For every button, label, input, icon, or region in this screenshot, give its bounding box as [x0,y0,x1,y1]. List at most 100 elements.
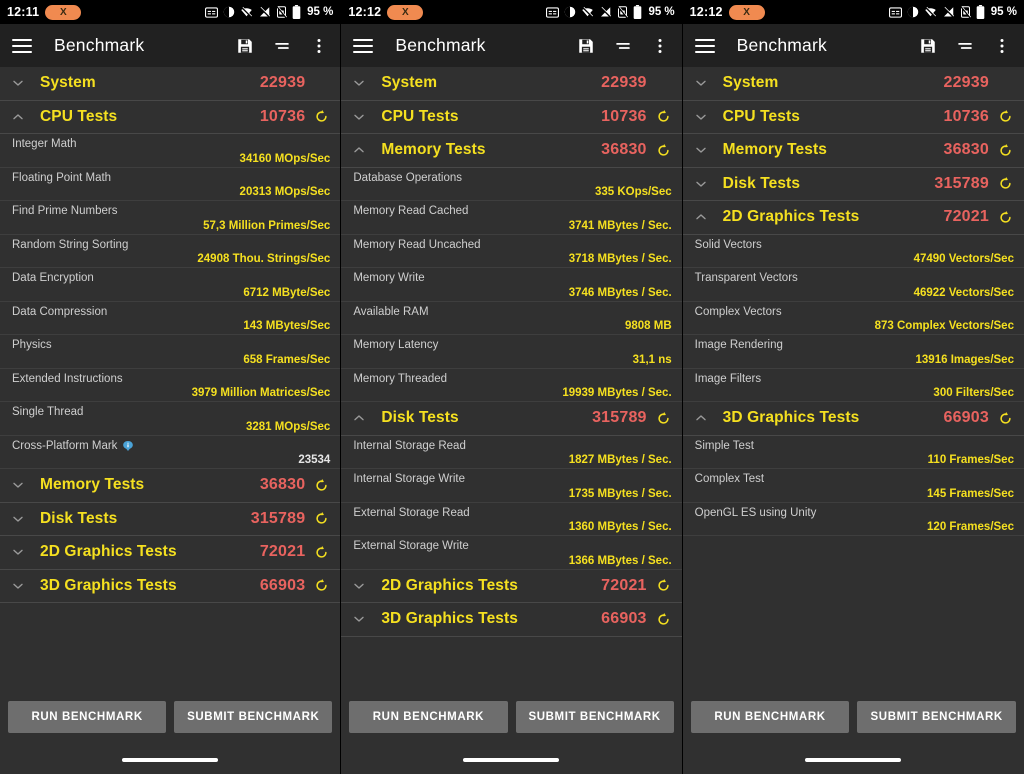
refresh-icon[interactable] [313,511,330,526]
test-row[interactable]: Memory Read Uncached 3718 MBytes / Sec. [341,234,682,268]
refresh-icon[interactable] [313,545,330,560]
info-icon[interactable] [122,440,134,452]
test-row[interactable]: Memory Read Cached 3741 MBytes / Sec. [341,201,682,235]
refresh-icon[interactable] [997,210,1014,225]
save-icon[interactable] [235,36,254,55]
chevron-down-icon[interactable] [8,75,28,91]
nav-gesture-pill[interactable] [122,758,219,762]
chevron-down-icon[interactable] [8,578,28,594]
group-row-system[interactable]: System 22939 [682,67,1024,101]
test-row[interactable]: Random String Sorting 24908 Thou. Strings… [0,234,341,268]
chevron-down-icon[interactable] [349,611,369,627]
group-row-cpu[interactable]: CPU Tests 10736 [341,100,682,134]
run-benchmark-button[interactable]: RUN BENCHMARK [690,701,850,733]
test-row[interactable]: Memory Threaded 19939 MBytes / Sec. [341,368,682,402]
chevron-up-icon[interactable] [8,109,28,125]
test-row[interactable]: Memory Latency 31,1 ns [341,335,682,369]
test-row[interactable]: External Storage Write 1366 MBytes / Sec. [341,536,682,570]
submit-benchmark-button[interactable]: SUBMIT BENCHMARK [174,701,333,733]
test-row[interactable]: Cross-Platform Mark 23534 [0,435,341,469]
chevron-down-icon[interactable] [349,578,369,594]
refresh-icon[interactable] [655,143,672,158]
submit-benchmark-button[interactable]: SUBMIT BENCHMARK [857,701,1016,733]
test-row[interactable]: Database Operations 335 KOps/Sec [341,167,682,201]
group-row-system[interactable]: System 22939 [0,67,341,101]
group-row-disk[interactable]: Disk Tests 315789 [682,167,1024,201]
sort-icon[interactable] [272,36,291,55]
hamburger-icon[interactable] [694,38,715,53]
refresh-icon[interactable] [655,612,672,627]
refresh-icon[interactable] [313,109,330,124]
refresh-icon[interactable] [655,411,672,426]
save-icon[interactable] [577,36,596,55]
group-row-disk[interactable]: Disk Tests 315789 [0,502,341,536]
run-benchmark-button[interactable]: RUN BENCHMARK [8,701,167,733]
hamburger-icon[interactable] [12,38,32,53]
refresh-icon[interactable] [313,478,330,493]
chevron-up-icon[interactable] [349,410,369,426]
sort-icon[interactable] [956,36,975,55]
chevron-down-icon[interactable] [691,109,711,125]
group-row-memory[interactable]: Memory Tests 36830 [0,469,341,503]
chevron-down-icon[interactable] [691,142,711,158]
test-row[interactable]: Simple Test 110 Frames/Sec [682,435,1024,469]
test-row[interactable]: Internal Storage Write 1735 MBytes / Sec. [341,469,682,503]
group-row-gfx3d[interactable]: 3D Graphics Tests 66903 [0,569,341,603]
refresh-icon[interactable] [997,176,1014,191]
test-row[interactable]: Data Compression 143 MBytes/Sec [0,301,341,335]
refresh-icon[interactable] [997,411,1014,426]
test-row[interactable]: Integer Math 34160 MOps/Sec [0,134,341,168]
group-row-gfx2d[interactable]: 2D Graphics Tests 72021 [682,201,1024,235]
test-row[interactable]: Find Prime Numbers 57,3 Million Primes/Se… [0,201,341,235]
refresh-icon[interactable] [313,578,330,593]
chevron-down-icon[interactable] [8,511,28,527]
save-icon[interactable] [919,36,938,55]
test-row[interactable]: Available RAM 9808 MB [341,301,682,335]
test-row[interactable]: Data Encryption 6712 MByte/Sec [0,268,341,302]
refresh-icon[interactable] [997,109,1014,124]
group-row-cpu[interactable]: CPU Tests 10736 [682,100,1024,134]
run-benchmark-button[interactable]: RUN BENCHMARK [349,701,508,733]
test-row[interactable]: External Storage Read 1360 MBytes / Sec. [341,502,682,536]
test-row[interactable]: Memory Write 3746 MBytes / Sec. [341,268,682,302]
test-row[interactable]: Floating Point Math 20313 MOps/Sec [0,167,341,201]
chevron-up-icon[interactable] [691,410,711,426]
test-row[interactable]: Physics 658 Frames/Sec [0,335,341,369]
test-row[interactable]: Complex Test 145 Frames/Sec [682,469,1024,503]
chevron-down-icon[interactable] [349,109,369,125]
chevron-down-icon[interactable] [349,75,369,91]
refresh-icon[interactable] [655,109,672,124]
test-row[interactable]: OpenGL ES using Unity 120 Frames/Sec [682,502,1024,536]
test-row[interactable]: Image Rendering 13916 Images/Sec [682,335,1024,369]
refresh-icon[interactable] [997,143,1014,158]
chevron-down-icon[interactable] [691,75,711,91]
refresh-icon[interactable] [655,578,672,593]
test-row[interactable]: Transparent Vectors 46922 Vectors/Sec [682,268,1024,302]
test-row[interactable]: Single Thread 3281 MOps/Sec [0,402,341,436]
group-row-gfx3d[interactable]: 3D Graphics Tests 66903 [341,603,682,637]
chevron-down-icon[interactable] [691,176,711,192]
test-row[interactable]: Internal Storage Read 1827 MBytes / Sec. [341,435,682,469]
submit-benchmark-button[interactable]: SUBMIT BENCHMARK [515,701,674,733]
group-row-gfx2d[interactable]: 2D Graphics Tests 72021 [341,569,682,603]
group-row-cpu[interactable]: CPU Tests 10736 [0,100,341,134]
group-row-gfx2d[interactable]: 2D Graphics Tests 72021 [0,536,341,570]
overflow-icon[interactable] [651,36,670,55]
group-row-disk[interactable]: Disk Tests 315789 [341,402,682,436]
chevron-down-icon[interactable] [8,477,28,493]
test-row[interactable]: Solid Vectors 47490 Vectors/Sec [682,234,1024,268]
chevron-up-icon[interactable] [349,142,369,158]
group-row-gfx3d[interactable]: 3D Graphics Tests 66903 [682,402,1024,436]
group-row-memory[interactable]: Memory Tests 36830 [682,134,1024,168]
hamburger-icon[interactable] [353,38,374,53]
group-row-system[interactable]: System 22939 [341,67,682,101]
overflow-icon[interactable] [993,36,1012,55]
overflow-icon[interactable] [309,36,328,55]
chevron-up-icon[interactable] [691,209,711,225]
sort-icon[interactable] [614,36,633,55]
nav-gesture-pill[interactable] [463,758,560,762]
test-row[interactable]: Complex Vectors 873 Complex Vectors/Sec [682,301,1024,335]
test-row[interactable]: Image Filters 300 Filters/Sec [682,368,1024,402]
chevron-down-icon[interactable] [8,544,28,560]
nav-gesture-pill[interactable] [805,758,902,762]
